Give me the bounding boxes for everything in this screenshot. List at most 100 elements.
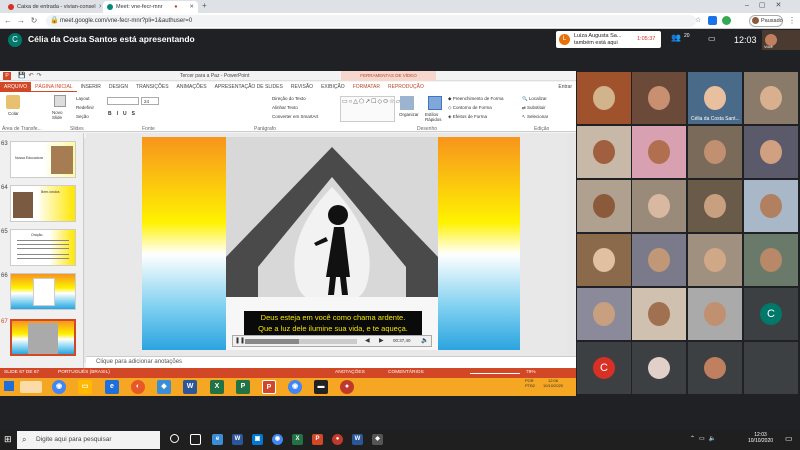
align-text-button[interactable]: Alinhar Texto: [272, 105, 298, 110]
notes-button[interactable]: ANOTAÇÕES: [335, 368, 365, 378]
slide-thumbnail[interactable]: Bem-vindos: [10, 185, 76, 222]
find-button[interactable]: 🔍 Localizar: [522, 96, 547, 102]
replace-button[interactable]: ⇄ Substituir: [522, 105, 546, 111]
participant-tile[interactable]: [577, 72, 631, 124]
cortana-icon[interactable]: [170, 434, 179, 443]
participant-tile[interactable]: [632, 342, 686, 394]
slide-thumbnail[interactable]: Oração: [10, 229, 76, 266]
participant-tile[interactable]: [744, 72, 798, 124]
participant-tile[interactable]: [577, 288, 631, 340]
window-controls[interactable]: –▢✕: [745, 1, 791, 9]
url-input[interactable]: meet.google.com/vne-fecr-mnr?pli=1&authu…: [46, 15, 696, 27]
tab-file[interactable]: ARQUIVO: [0, 82, 32, 92]
participant-tile[interactable]: [632, 234, 686, 286]
tab-slideshow[interactable]: APRESENTAÇÃO DE SLIDES: [211, 82, 287, 92]
app-icon[interactable]: ●: [332, 434, 343, 445]
word-icon[interactable]: W: [232, 434, 243, 445]
participant-tile[interactable]: C: [744, 288, 798, 340]
close-icon[interactable]: ✕: [186, 4, 194, 10]
tab-view[interactable]: EXIBIÇÃO: [317, 82, 349, 92]
participant-tile[interactable]: C: [577, 342, 631, 394]
slide-scrollbar[interactable]: [567, 133, 575, 356]
slide-thumbnail[interactable]: Nossa Educadora: [10, 141, 76, 178]
arrange-icon[interactable]: [400, 96, 414, 110]
layout-button[interactable]: Layout: [76, 96, 90, 101]
participant-tile[interactable]: [688, 288, 742, 340]
font-format-buttons[interactable]: BIUS: [108, 111, 140, 117]
pause-icon[interactable]: ❚❚: [235, 337, 245, 344]
tab-playback[interactable]: REPRODUÇÃO: [384, 82, 428, 92]
arrange-button[interactable]: Organizar: [399, 112, 419, 117]
font-name-select[interactable]: [107, 97, 139, 105]
select-button[interactable]: ↖ Selecionar: [522, 114, 548, 120]
store-icon[interactable]: ▣: [252, 434, 263, 445]
participant-tile[interactable]: [688, 342, 742, 394]
participant-tile[interactable]: [688, 234, 742, 286]
quick-styles-button[interactable]: Estilos Rápidos: [425, 112, 445, 122]
font-size-select[interactable]: 24: [141, 97, 159, 105]
participant-tile[interactable]: [632, 126, 686, 178]
taskbar-clock[interactable]: 12:03 10/10/2020: [748, 432, 773, 444]
participant-tile[interactable]: [744, 126, 798, 178]
taskbar-search-input[interactable]: Digite aqui para pesquisar: [17, 431, 160, 449]
comments-button[interactable]: COMENTÁRIOS: [388, 368, 424, 378]
shape-outline-button[interactable]: ◇ Contorno de Forma: [448, 105, 492, 111]
zoom-level[interactable]: 79%: [526, 368, 536, 378]
new-slide-button[interactable]: Novo Slide: [52, 110, 68, 120]
participant-tile[interactable]: [744, 342, 798, 394]
zoom-slider[interactable]: [470, 373, 520, 374]
participant-tile[interactable]: [688, 126, 742, 178]
word-icon[interactable]: W: [352, 434, 363, 445]
participant-tile[interactable]: [632, 72, 686, 124]
tab-gmail[interactable]: Caixa de entrada - vivian-consel ✕: [4, 1, 101, 13]
smartart-button[interactable]: Converter em SmartArt: [272, 114, 318, 119]
close-icon[interactable]: ✕: [96, 4, 101, 10]
seek-bar[interactable]: [245, 339, 357, 344]
edge-icon[interactable]: e: [212, 434, 223, 445]
participant-tile[interactable]: [744, 234, 798, 286]
participant-tile[interactable]: [744, 180, 798, 232]
powerpoint-icon[interactable]: P: [312, 434, 323, 445]
system-tray-icons[interactable]: ⌃▭🔈: [690, 435, 720, 442]
participant-tile[interactable]: [577, 126, 631, 178]
shape-effects-button[interactable]: ◈ Efeitos de Forma: [448, 114, 487, 120]
star-icon[interactable]: ☆: [695, 15, 701, 27]
tab-format[interactable]: FORMATAR: [349, 82, 384, 92]
rewind-icon[interactable]: ◀: [365, 337, 370, 344]
extension-icon[interactable]: [708, 16, 717, 25]
volume-icon[interactable]: 🔈: [421, 337, 428, 344]
forward-icon[interactable]: ▶: [379, 337, 384, 344]
new-tab-button[interactable]: +: [202, 1, 207, 10]
text-direction-button[interactable]: Direção do Texto: [272, 96, 306, 101]
participant-tile[interactable]: [688, 180, 742, 232]
tab-meet[interactable]: Meet: vne-fecr-mnr ● ✕: [103, 1, 198, 13]
app-icon[interactable]: ◆: [372, 434, 383, 445]
section-button[interactable]: Seção: [76, 114, 89, 119]
slide-thumbnail-selected[interactable]: [10, 319, 76, 356]
tab-review[interactable]: REVISÃO: [287, 82, 317, 92]
tab-home[interactable]: PÁGINA INICIAL: [31, 82, 77, 92]
excel-icon[interactable]: X: [292, 434, 303, 445]
video-frame[interactable]: Deus esteja em você como chama ardente. …: [226, 137, 438, 350]
menu-icon[interactable]: ⋮: [788, 15, 796, 27]
tab-transitions[interactable]: TRANSIÇÕES: [132, 82, 173, 92]
back-icon[interactable]: ←: [3, 15, 13, 27]
reload-icon[interactable]: ↻: [29, 15, 39, 27]
shape-fill-button[interactable]: ◆ Preenchimento de Forma: [448, 96, 504, 102]
task-view-icon[interactable]: [190, 434, 201, 445]
tab-design[interactable]: DESIGN: [105, 82, 132, 92]
language-indicator[interactable]: PORTUGUÊS (BRASIL): [58, 368, 110, 378]
participant-tile[interactable]: [632, 288, 686, 340]
quick-styles-icon[interactable]: [428, 96, 442, 110]
people-icon[interactable]: 👥: [671, 33, 681, 42]
chrome-icon[interactable]: ◉: [272, 434, 283, 445]
forward-icon[interactable]: →: [16, 15, 26, 27]
shapes-gallery[interactable]: ▭○△⬠↗☐◇⬭☆▱⬡⌒: [340, 96, 412, 122]
reset-button[interactable]: Redefinir: [76, 105, 94, 110]
participant-tile[interactable]: [632, 180, 686, 232]
tab-insert[interactable]: INSERIR: [77, 82, 105, 92]
notifications-icon[interactable]: ▭: [785, 434, 793, 443]
participant-tile[interactable]: [577, 234, 631, 286]
new-slide-icon[interactable]: [54, 95, 66, 107]
sign-in-link[interactable]: Entrar: [554, 82, 576, 92]
